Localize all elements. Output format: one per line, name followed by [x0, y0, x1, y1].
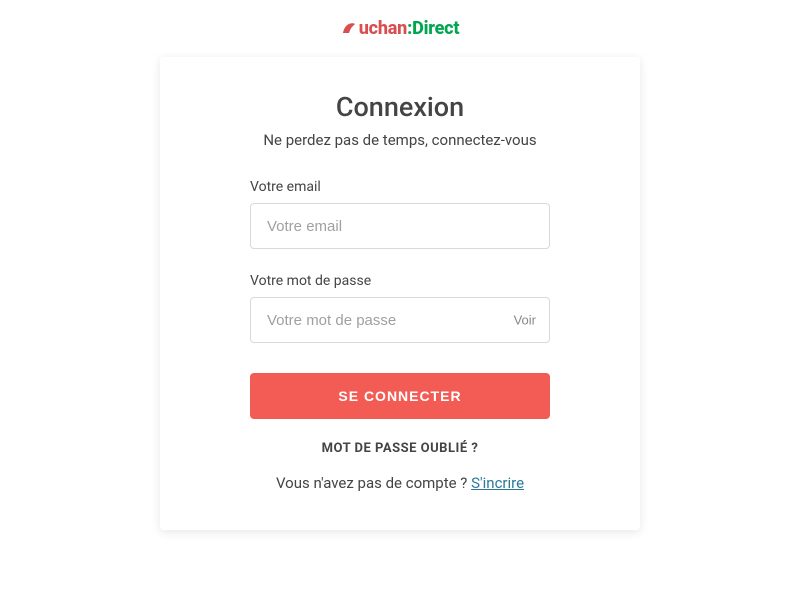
password-label: Votre mot de passe — [250, 273, 550, 289]
password-input[interactable] — [250, 297, 550, 343]
signup-prompt: Vous n'avez pas de compte ? — [276, 474, 471, 492]
email-input[interactable] — [250, 203, 550, 249]
login-card: Connexion Ne perdez pas de temps, connec… — [160, 57, 640, 530]
email-label: Votre email — [250, 179, 550, 195]
signup-row: Vous n'avez pas de compte ? S'incrire — [276, 474, 524, 492]
logo-direct-text: Direct — [412, 18, 459, 39]
submit-button[interactable]: SE CONNECTER — [250, 373, 550, 419]
signup-link[interactable]: S'incrire — [471, 474, 524, 492]
logo-auchan-text: uchan — [359, 18, 407, 39]
page-subtitle: Ne perdez pas de temps, connectez-vous — [263, 131, 536, 149]
show-password-button[interactable]: Voir — [514, 313, 536, 328]
bird-icon — [341, 20, 357, 41]
email-field-group: Votre email — [250, 179, 550, 249]
page-title: Connexion — [336, 91, 464, 123]
brand-logo: uchan:Direct — [341, 18, 460, 41]
forgot-password-link[interactable]: MOT DE PASSE OUBLIÉ ? — [322, 441, 479, 456]
password-wrapper: Voir — [250, 297, 550, 343]
password-field-group: Votre mot de passe Voir — [250, 273, 550, 343]
